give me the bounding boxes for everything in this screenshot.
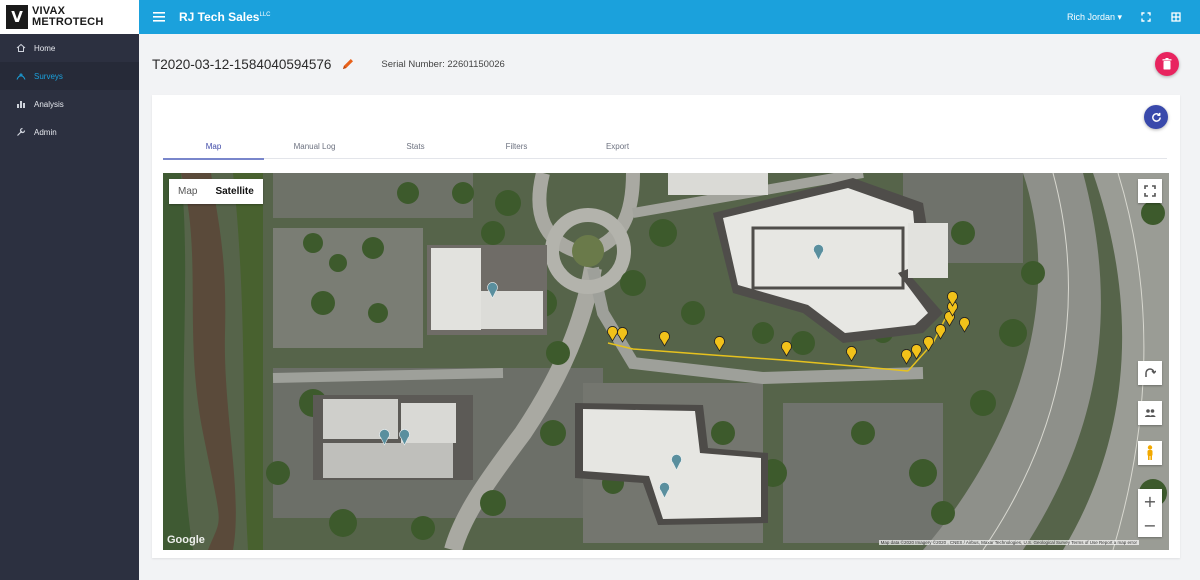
tab-map[interactable]: Map [163, 133, 264, 160]
map-type-map[interactable]: Map [169, 179, 206, 204]
street-view-pegman[interactable] [1138, 441, 1162, 465]
survey-card: Map Manual Log Stats Filters Export Map … [152, 95, 1180, 558]
serial-number: Serial Number: 22601150026 [381, 58, 505, 70]
app-title-suffix: LLC [259, 12, 271, 18]
home-icon [16, 43, 26, 52]
surveys-icon [16, 73, 26, 80]
zoom-out-button[interactable]: − [1138, 513, 1162, 537]
trash-icon [1162, 58, 1172, 70]
pegman-icon [1147, 445, 1153, 460]
sidebar-item-admin[interactable]: Admin [0, 118, 139, 146]
refresh-button[interactable] [1144, 105, 1168, 129]
logo-mark: V [6, 5, 28, 29]
sidebar-item-label: Home [34, 43, 56, 53]
menu-icon [153, 12, 165, 22]
fullscreen-icon [1144, 185, 1156, 197]
map-type-satellite[interactable]: Satellite [206, 179, 262, 204]
sidebar-item-surveys[interactable]: Surveys [0, 62, 139, 90]
map-attribution[interactable]: Map data ©2020 Imagery ©2020 , CNES / Ai… [878, 540, 1139, 545]
admin-icon [17, 127, 26, 136]
brand-logo[interactable]: V VIVAX METROTECH [0, 0, 139, 34]
delete-survey-button[interactable] [1155, 52, 1179, 76]
people-icon [1145, 409, 1156, 417]
sidebar-item-label: Admin [34, 127, 57, 137]
fullscreen-icon [1141, 12, 1151, 22]
map-fullscreen-button[interactable] [1138, 179, 1162, 203]
satellite-imagery [163, 173, 1169, 550]
refresh-icon [1151, 112, 1161, 122]
sidebar-item-label: Surveys [34, 71, 63, 81]
survey-header: T2020-03-12-1584040594576 Serial Number:… [152, 54, 505, 74]
tilt-map-button[interactable] [1138, 401, 1162, 425]
hamburger-menu-button[interactable] [145, 0, 173, 34]
edit-pencil-icon[interactable] [341, 57, 355, 71]
fullscreen-button[interactable] [1140, 11, 1152, 23]
top-bar: V VIVAX METROTECH RJ Tech SalesLLC Rich … [0, 0, 1200, 34]
sidebar: Home Surveys Analysis Admin [0, 34, 139, 580]
grid-icon [1171, 12, 1181, 22]
app-title-text: RJ Tech Sales [179, 10, 260, 24]
zoom-control: + − [1138, 489, 1162, 537]
user-menu[interactable]: Rich Jordan ▾ [1067, 12, 1122, 23]
analysis-icon [17, 101, 25, 108]
rotate-icon [1145, 368, 1156, 377]
header-actions: Rich Jordan ▾ [1067, 0, 1200, 34]
survey-id: T2020-03-12-1584040594576 [152, 56, 332, 72]
satellite-map[interactable]: Map Satellite + − Google Map data ©2020 … [163, 173, 1169, 550]
sidebar-item-home[interactable]: Home [0, 34, 139, 62]
google-logo: Google [167, 534, 205, 546]
app-title: RJ Tech SalesLLC [179, 10, 271, 24]
map-type-toggle: Map Satellite [169, 179, 263, 204]
survey-tabs: Map Manual Log Stats Filters Export [163, 133, 1167, 160]
tab-manual-log[interactable]: Manual Log [264, 133, 365, 159]
apps-button[interactable] [1170, 11, 1182, 23]
sidebar-item-label: Analysis [34, 99, 64, 109]
tab-stats[interactable]: Stats [365, 133, 466, 159]
logo-wordmark: VIVAX METROTECH [32, 6, 103, 28]
zoom-in-button[interactable]: + [1138, 489, 1162, 513]
tab-filters[interactable]: Filters [466, 133, 567, 159]
rotate-map-button[interactable] [1138, 361, 1162, 385]
tab-export[interactable]: Export [567, 133, 668, 159]
sidebar-item-analysis[interactable]: Analysis [0, 90, 139, 118]
logo-line-2: METROTECH [32, 16, 104, 28]
main-content: T2020-03-12-1584040594576 Serial Number:… [139, 34, 1200, 580]
